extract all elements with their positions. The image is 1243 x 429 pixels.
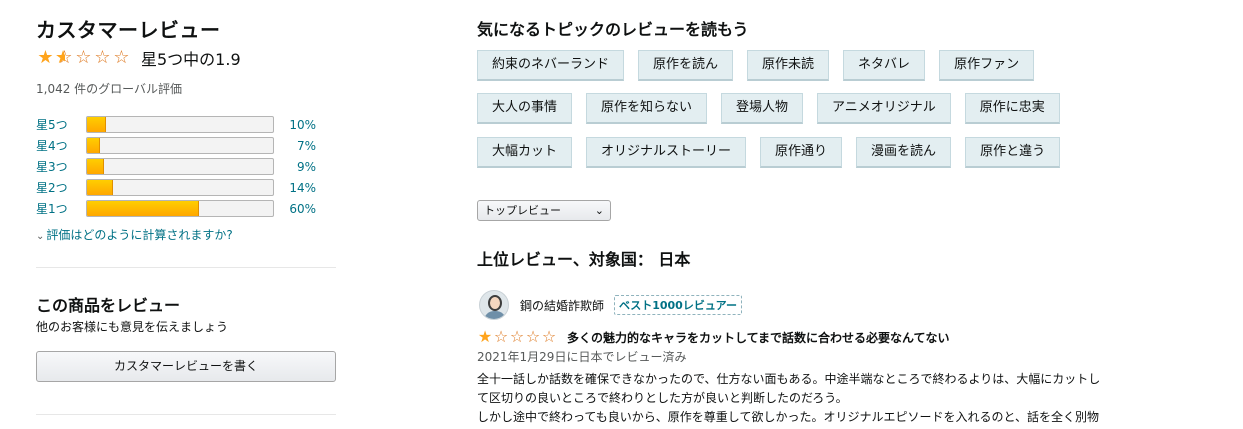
review-body-line: 全十一話しか話数を確保できなかったので、仕方ない面もある。中途半端なところで終わ… [477,372,1101,386]
average-rating: ★ ☆ ☆ ☆ ☆ 星5つ中の1.9 [36,46,241,70]
histogram-bar-fill [87,159,104,174]
how-ratings-calculated-link[interactable]: ⌄ 評価はどのように計算されますか? [36,226,233,243]
topic-chip[interactable]: 原作と違う [965,137,1061,168]
review-stars: ★ ☆ ☆ ☆ ☆ [477,328,557,346]
rating-stars: ★ ☆ ☆ ☆ ☆ [36,47,131,69]
topic-row: 大人の事情 原作を知らない 登場人物 アニメオリジナル 原作に忠実 [477,93,1074,124]
histogram-label[interactable]: 星5つ [36,116,86,133]
sort-select[interactable]: トップレビュー ⌄ [477,200,611,221]
star-half-icon: ☆ [55,48,74,69]
histogram-row-3[interactable]: 星3つ 9% [36,156,336,177]
histogram-bar-fill [87,201,199,216]
review-product-subtitle: 他のお客様にも意見を伝えましょう [36,320,229,334]
star-empty-icon: ☆ [493,327,509,346]
histogram-percent[interactable]: 7% [274,139,316,153]
star-empty-icon: ☆ [525,327,541,346]
histogram-label[interactable]: 星3つ [36,158,86,175]
histogram-row-5[interactable]: 星5つ 10% [36,114,336,135]
topic-chip[interactable]: 大人の事情 [477,93,573,124]
review-body: 全十一話しか話数を確保できなかったので、仕方ない面もある。中途半端なところで終わ… [477,370,1167,427]
topics-title: 気になるトピックのレビューを読もう [477,20,749,39]
reviews-title: カスタマーレビュー [36,18,221,42]
avatar[interactable] [479,290,509,320]
write-review-button[interactable]: カスタマーレビューを書く [36,351,336,382]
chevron-down-icon: ⌄ [36,231,45,242]
sort-selected-value: トップレビュー [484,204,561,217]
divider [36,267,336,268]
histogram-percent[interactable]: 14% [274,181,316,195]
topic-chip[interactable]: 原作未読 [747,50,830,81]
topic-chip[interactable]: 原作を読ん [638,50,734,81]
histogram-row-2[interactable]: 星2つ 14% [36,177,336,198]
reviewer-badge[interactable]: ベスト1000レビュアー [614,295,742,315]
topic-chip[interactable]: ネタバレ [843,50,926,81]
top-reviews-header: 上位レビュー、対象国： 日本 [477,250,691,269]
avatar-body [484,311,506,319]
star-empty-icon: ☆ [509,327,525,346]
histogram-bar[interactable] [86,179,274,196]
topic-chip[interactable]: 原作ファン [939,50,1035,81]
topic-chip[interactable]: アニメオリジナル [817,93,951,124]
review-product-title: この商品をレビュー [36,296,181,315]
histogram-percent[interactable]: 60% [274,202,316,216]
star-empty-icon: ☆ [75,47,92,68]
review-date: 2021年1月29日に日本でレビュー済み [477,350,687,364]
topic-chip[interactable]: 約束のネバーランド [477,50,625,81]
reviewer-name[interactable]: 鋼の結婚詐欺師 [520,297,604,314]
review-body-line: しかし途中で終わっても良いから、原作を尊重して欲しかった。オリジナルエピソードを… [477,410,1099,424]
topic-chip[interactable]: 登場人物 [721,93,804,124]
rating-histogram: 星5つ 10% 星4つ 7% 星3つ 9% 星2つ 14% 星1つ 60% [36,114,336,219]
topic-chip[interactable]: オリジナルストーリー [586,137,747,168]
histogram-bar[interactable] [86,137,274,154]
chevron-down-icon: ⌄ [594,204,604,217]
topic-chip[interactable]: 原作を知らない [586,93,708,124]
topic-row: 大幅カット オリジナルストーリー 原作通り 漫画を読ん 原作と違う [477,137,1074,168]
star-empty-icon: ☆ [541,327,557,346]
histogram-bar[interactable] [86,158,274,175]
topic-row: 約束のネバーランド 原作を読ん 原作未読 ネタバレ 原作ファン [477,50,1048,81]
star-full-icon: ★ [477,327,493,346]
divider [36,414,336,415]
histogram-bar-fill [87,138,101,153]
how-ratings-calculated-text[interactable]: 評価はどのように計算されますか? [46,228,232,242]
topic-chip[interactable]: 原作通り [760,137,843,168]
histogram-row-1[interactable]: 星1つ 60% [36,198,336,219]
histogram-percent[interactable]: 10% [274,118,316,132]
histogram-bar[interactable] [86,200,274,217]
topic-chip[interactable]: 大幅カット [477,137,573,168]
histogram-label[interactable]: 星4つ [36,137,86,154]
histogram-label[interactable]: 星1つ [36,200,86,217]
review-body-line: て区切りの良いところで終わりとした方が良いと判断したのだろう。 [477,391,848,405]
histogram-label[interactable]: 星2つ [36,179,86,196]
global-ratings-count: 1,042 件のグローバル評価 [36,82,183,96]
histogram-bar-fill [87,117,106,132]
rating-text: 星5つ中の1.9 [141,50,241,69]
star-empty-icon: ☆ [113,47,130,68]
topic-chip[interactable]: 原作に忠実 [964,93,1060,124]
star-empty-icon: ☆ [94,47,111,68]
histogram-percent[interactable]: 9% [274,160,316,174]
histogram-bar-fill [87,180,114,195]
histogram-bar[interactable] [86,116,274,133]
avatar-head [488,295,502,311]
star-full-icon: ★ [37,47,54,68]
topic-chip[interactable]: 漫画を読ん [856,137,952,168]
review-title[interactable]: 多くの魅力的なキャラをカットしてまで話数に合わせる必要なんてない [567,329,949,346]
histogram-row-4[interactable]: 星4つ 7% [36,135,336,156]
